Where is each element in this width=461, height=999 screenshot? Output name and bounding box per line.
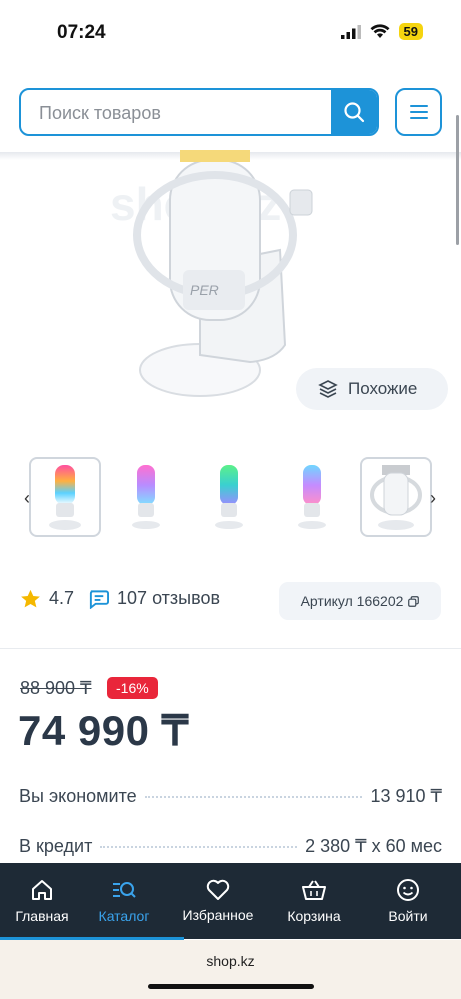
browser-url[interactable]: shop.kz — [0, 953, 461, 969]
hamburger-icon — [409, 105, 428, 119]
similar-button[interactable]: Похожие — [296, 368, 448, 410]
dotted-leader — [144, 796, 363, 798]
savings-label: Вы экономите — [19, 786, 137, 806]
credit-value: 2 380 ₸ x 60 мес — [305, 836, 442, 856]
copy-icon — [408, 595, 420, 607]
credit-label: В кредит — [19, 836, 93, 856]
reviews-icon — [89, 589, 110, 609]
search-button[interactable] — [331, 90, 377, 134]
thumb-next-button[interactable]: › — [430, 488, 436, 509]
thumbnail-3[interactable] — [193, 457, 265, 537]
thumbnail-2[interactable] — [110, 457, 182, 537]
thumbnail-5[interactable] — [360, 457, 432, 537]
basket-icon — [302, 880, 326, 900]
status-icons: 59 — [340, 23, 423, 40]
rating-row: 4.7 107 отзывов — [20, 588, 220, 609]
divider — [0, 648, 461, 649]
rating-value: 4.7 — [49, 588, 75, 608]
nav-favorites-label: Избранное — [182, 907, 254, 923]
nav-login[interactable]: Войти — [378, 863, 438, 939]
menu-button[interactable] — [395, 88, 442, 136]
signal-icon — [340, 24, 361, 39]
thumbnail-1[interactable] — [29, 457, 101, 537]
nav-favorites[interactable]: Избранное — [178, 863, 258, 939]
search-input[interactable] — [21, 90, 353, 134]
reviews-link[interactable]: 107 отзывов — [117, 588, 220, 609]
smile-icon — [397, 879, 419, 901]
catalog-icon — [113, 882, 136, 898]
search-bar — [19, 88, 379, 136]
current-price: 74 990 ₸ — [18, 707, 189, 754]
bottom-nav: Главная Каталог Избранное Корзина Войти — [0, 863, 461, 939]
browser-bar — [0, 940, 461, 999]
wifi-icon — [370, 24, 390, 38]
nav-home[interactable]: Главная — [10, 863, 74, 939]
star-icon — [21, 589, 40, 607]
home-icon — [32, 880, 52, 900]
scrollbar[interactable] — [456, 115, 459, 245]
status-time: 07:24 — [57, 22, 106, 43]
article-label: Артикул 166202 — [300, 593, 404, 609]
dotted-leader — [100, 846, 298, 848]
search-icon — [344, 102, 365, 123]
heart-icon — [206, 879, 230, 900]
nav-catalog[interactable]: Каталог — [92, 863, 156, 939]
svg-text:PER: PER — [190, 282, 219, 298]
credit-row[interactable]: В кредит 2 380 ₸ x 60 мес — [19, 836, 442, 857]
battery-level: 59 — [398, 23, 423, 40]
old-price: 88 900 ₸ — [20, 678, 92, 698]
nav-home-label: Главная — [15, 908, 69, 924]
nav-login-label: Войти — [388, 908, 428, 924]
nav-cart-label: Корзина — [287, 908, 341, 924]
article-badge[interactable]: Артикул 166202 — [279, 582, 441, 620]
thumbnail-4[interactable] — [276, 457, 348, 537]
nav-cart[interactable]: Корзина — [280, 863, 348, 939]
savings-row: Вы экономите 13 910 ₸ — [19, 786, 442, 807]
home-indicator[interactable] — [148, 984, 314, 989]
nav-catalog-label: Каталог — [98, 908, 150, 924]
savings-value: 13 910 ₸ — [370, 786, 442, 806]
similar-label: Похожие — [348, 379, 418, 398]
layers-icon — [318, 380, 338, 398]
discount-badge: -16% — [107, 677, 158, 699]
